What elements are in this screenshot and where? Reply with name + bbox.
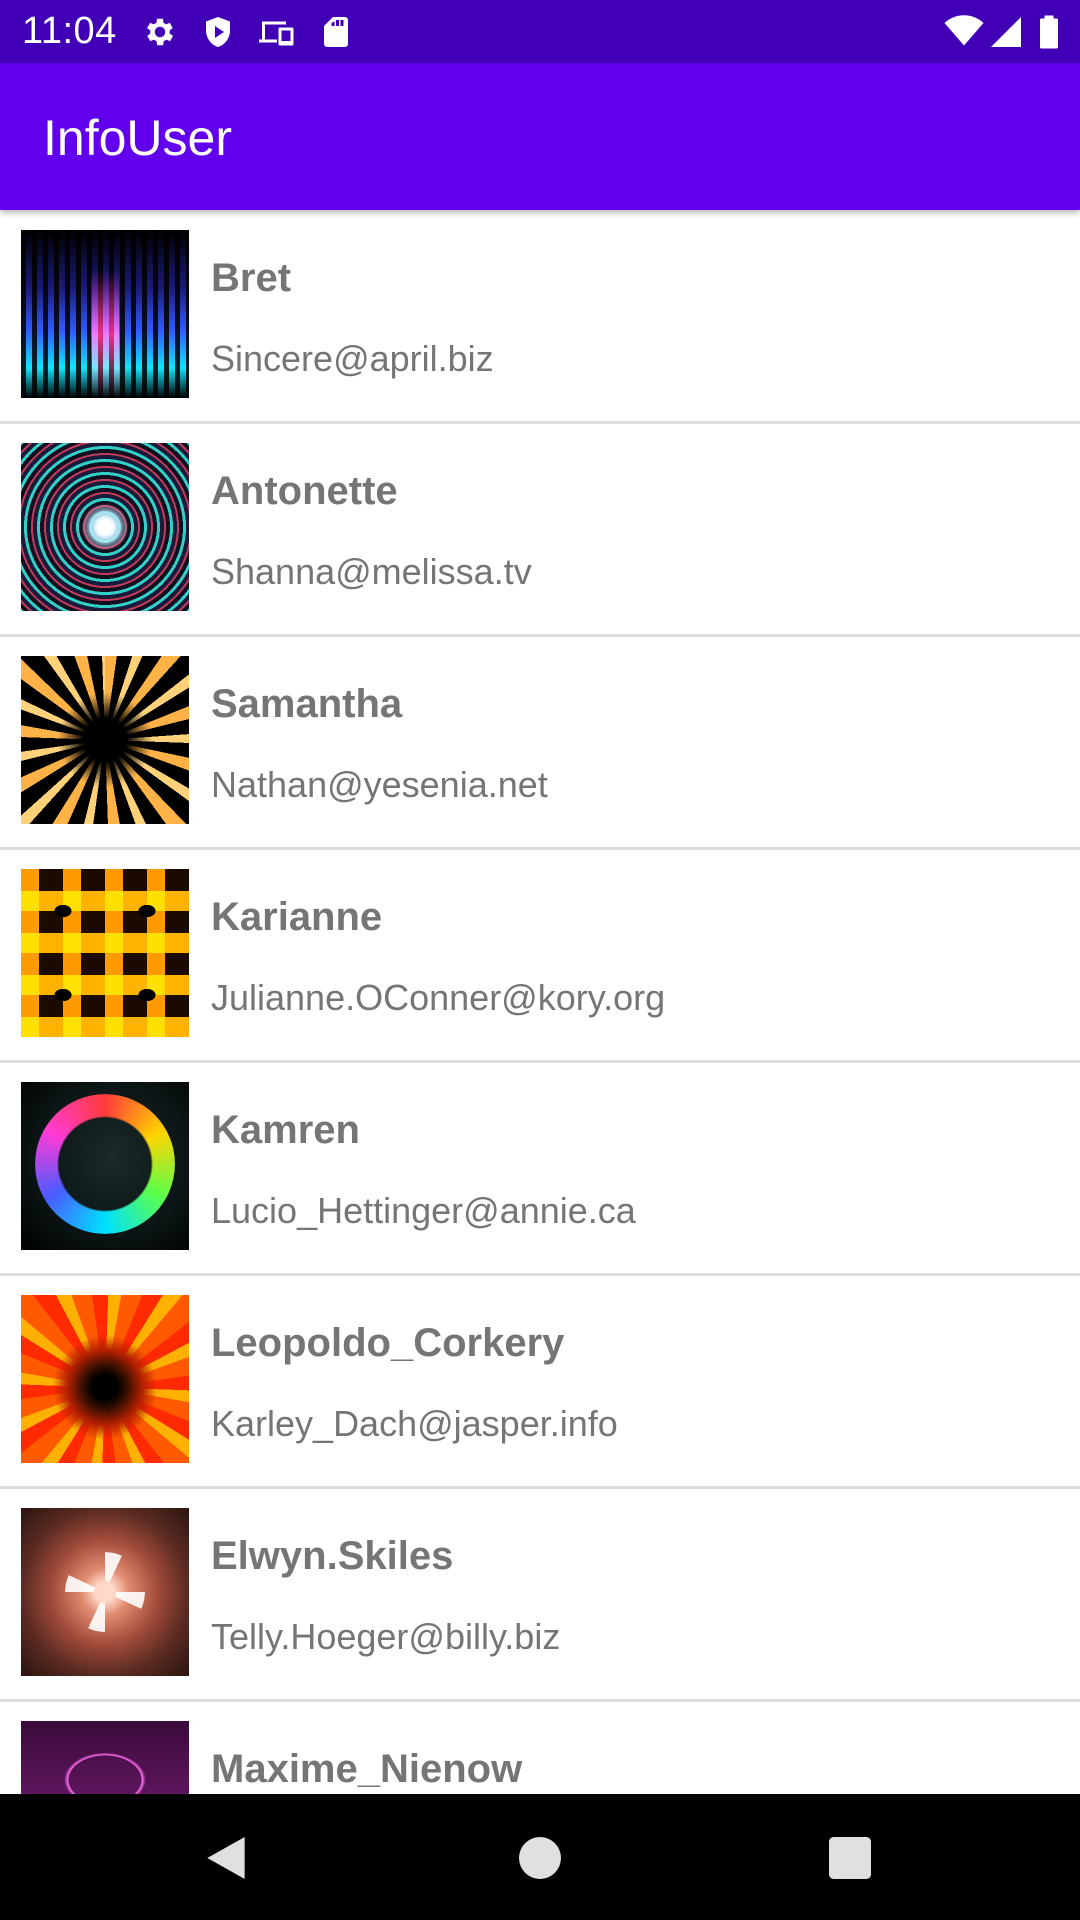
app-title: InfoUser (43, 110, 232, 166)
home-icon[interactable] (512, 1830, 568, 1886)
user-name: Samantha (211, 682, 403, 726)
user-name: Elwyn.Skiles (211, 1534, 454, 1578)
app-screen: 11:04 InfoUser Bret Sincere@april.biz An… (0, 0, 1080, 1920)
user-avatar (21, 1721, 189, 1794)
user-name: Bret (211, 256, 292, 300)
user-list[interactable]: Bret Sincere@april.biz Antonette Shanna@… (0, 210, 1080, 1794)
user-row[interactable]: Antonette Shanna@melissa.tv (0, 423, 1080, 637)
user-avatar (21, 656, 189, 824)
navigation-bar (0, 1794, 1080, 1920)
user-avatar (21, 869, 189, 1037)
user-name: Kamren (211, 1108, 360, 1152)
user-avatar (21, 443, 189, 611)
user-row[interactable]: Elwyn.Skiles Telly.Hoeger@billy.biz (0, 1488, 1080, 1702)
user-row[interactable]: Samantha Nathan@yesenia.net (0, 636, 1080, 850)
user-email: Shanna@melissa.tv (211, 551, 532, 592)
user-name: Maxime_Nienow (211, 1747, 523, 1791)
user-avatar (21, 1508, 189, 1676)
user-email: Julianne.OConner@kory.org (211, 977, 666, 1018)
user-name: Karianne (211, 895, 383, 939)
user-name: Leopoldo_Corkery (211, 1321, 565, 1365)
user-row[interactable]: Leopoldo_Corkery Karley_Dach@jasper.info (0, 1275, 1080, 1489)
user-row[interactable]: Maxime_Nienow (0, 1701, 1080, 1794)
user-name: Antonette (211, 469, 398, 513)
user-email: Sincere@april.biz (211, 338, 494, 379)
status-time: 11:04 (22, 10, 117, 52)
user-email: Nathan@yesenia.net (211, 764, 548, 805)
signal-icon (988, 14, 1024, 50)
status-bar: 11:04 (0, 0, 1080, 63)
user-email: Karley_Dach@jasper.info (211, 1403, 618, 1444)
user-email: Telly.Hoeger@billy.biz (211, 1616, 561, 1657)
shield-icon (200, 14, 236, 50)
user-email: Lucio_Hettinger@annie.ca (211, 1190, 636, 1231)
user-row[interactable]: Kamren Lucio_Hettinger@annie.ca (0, 1062, 1080, 1276)
battery-icon (1036, 14, 1062, 50)
user-row[interactable]: Karianne Julianne.OConner@kory.org (0, 849, 1080, 1063)
gear-icon (142, 14, 178, 50)
user-avatar (21, 1082, 189, 1250)
user-avatar (21, 1295, 189, 1463)
sd-card-icon (318, 14, 354, 50)
app-bar: InfoUser (0, 63, 1080, 210)
user-avatar (21, 230, 189, 398)
wifi-icon (944, 14, 984, 50)
recents-icon[interactable] (822, 1830, 878, 1886)
back-icon[interactable] (198, 1830, 254, 1886)
user-row[interactable]: Bret Sincere@april.biz (0, 210, 1080, 424)
devices-icon (256, 14, 298, 50)
